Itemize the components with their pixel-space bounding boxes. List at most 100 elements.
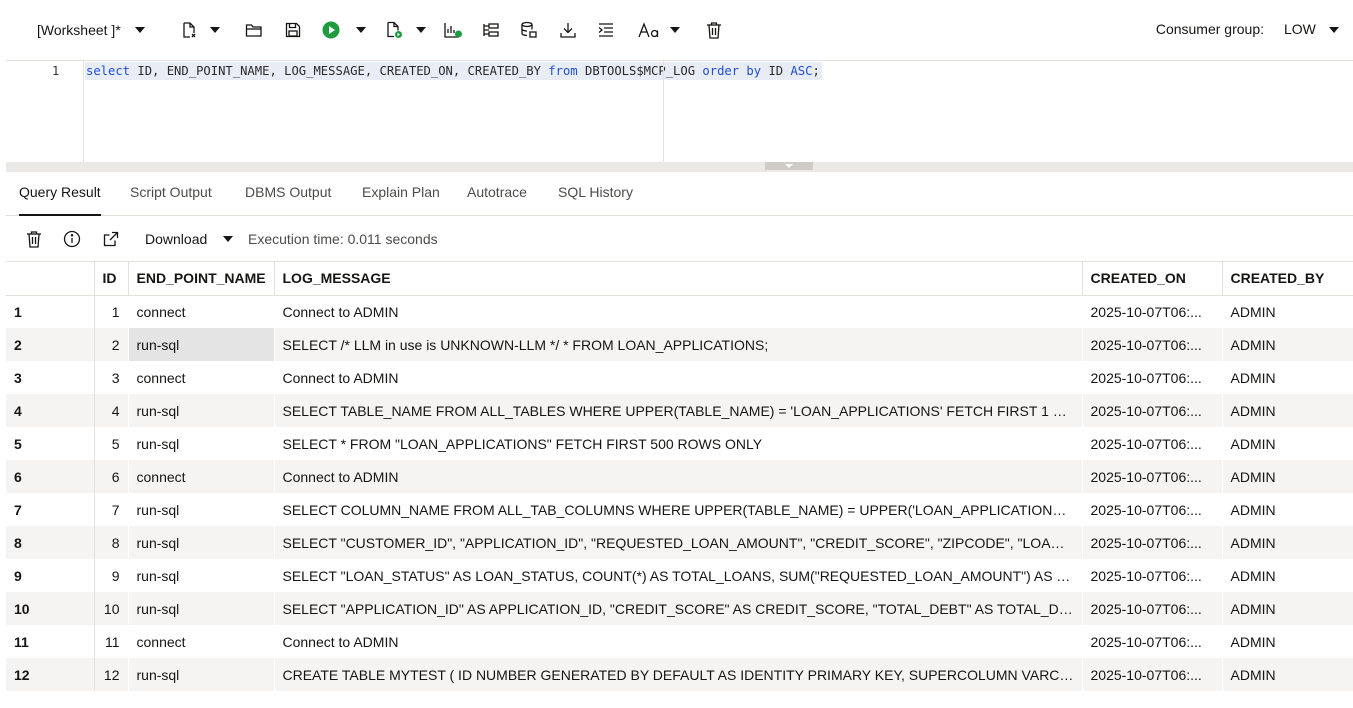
table-row[interactable]: 10 10 run-sql SELECT "APPLICATION_ID" AS AP…: [6, 592, 1353, 625]
created-by-cell[interactable]: ADMIN: [1222, 592, 1353, 625]
end-point-name-cell[interactable]: run-sql: [128, 658, 274, 691]
tab-dbms-output[interactable]: DBMS Output: [245, 184, 331, 216]
tab-autotrace[interactable]: Autotrace: [467, 184, 527, 216]
created-by-cell[interactable]: ADMIN: [1222, 361, 1353, 394]
log-message-cell[interactable]: SELECT /* LLM in use is UNKNOWN-LLM */ *…: [274, 328, 1082, 361]
end-point-name-cell[interactable]: run-sql: [128, 328, 274, 361]
log-message-cell[interactable]: Connect to ADMIN: [274, 295, 1082, 328]
id-cell[interactable]: 6: [94, 460, 128, 493]
pane-splitter[interactable]: [6, 162, 1353, 172]
new-worksheet-icon[interactable]: [178, 19, 200, 41]
created-on-cell[interactable]: 2025-10-07T06:...: [1082, 592, 1222, 625]
table-row[interactable]: 1 1 connect Connect to ADMIN 2025-10-07T06:.…: [6, 295, 1353, 328]
row-number-cell[interactable]: 11: [6, 625, 95, 658]
log-message-cell[interactable]: SELECT "LOAN_STATUS" AS LOAN_STATUS, COU…: [274, 559, 1082, 592]
table-row[interactable]: 6 6 connect Connect to ADMIN 2025-10-07T06:.…: [6, 460, 1353, 493]
created-by-cell[interactable]: ADMIN: [1222, 493, 1353, 526]
run-script-menu-icon[interactable]: [416, 27, 426, 33]
sql-editor[interactable]: 1 select ID, END_POINT_NAME, LOG_MESSAGE…: [6, 61, 1353, 162]
row-number-cell[interactable]: 10: [6, 592, 95, 625]
created-on-cell[interactable]: 2025-10-07T06:...: [1082, 361, 1222, 394]
log-message-cell[interactable]: SELECT TABLE_NAME FROM ALL_TABLES WHERE …: [274, 394, 1082, 427]
table-row[interactable]: 3 3 connect Connect to ADMIN 2025-10-07T06:.…: [6, 361, 1353, 394]
run-icon[interactable]: [320, 19, 342, 41]
column-header-id[interactable]: ID: [94, 262, 129, 296]
id-cell[interactable]: 1: [94, 295, 128, 328]
open-icon[interactable]: [243, 19, 265, 41]
table-row[interactable]: 5 5 run-sql SELECT * FROM "LOAN_APPLICATION…: [6, 427, 1353, 460]
id-cell[interactable]: 10: [94, 592, 128, 625]
created-by-cell[interactable]: ADMIN: [1222, 427, 1353, 460]
column-header-created-on[interactable]: CREATED_ON: [1082, 262, 1223, 296]
row-number-cell[interactable]: 1: [6, 295, 95, 328]
log-message-cell[interactable]: Connect to ADMIN: [274, 460, 1082, 493]
chevron-down-icon[interactable]: [1329, 27, 1339, 33]
run-menu-icon[interactable]: [356, 27, 366, 33]
id-cell[interactable]: 5: [94, 427, 128, 460]
id-cell[interactable]: 11: [94, 625, 128, 658]
table-row[interactable]: 4 4 run-sql SELECT TABLE_NAME FROM ALL_TABL…: [6, 394, 1353, 427]
created-by-cell[interactable]: ADMIN: [1222, 394, 1353, 427]
row-number-cell[interactable]: 3: [6, 361, 95, 394]
id-cell[interactable]: 9: [94, 559, 128, 592]
created-on-cell[interactable]: 2025-10-07T06:...: [1082, 526, 1222, 559]
database-run-icon[interactable]: [518, 19, 540, 41]
autotrace-icon[interactable]: [480, 19, 502, 41]
log-message-cell[interactable]: SELECT * FROM "LOAN_APPLICATIONS" FETCH …: [274, 427, 1082, 460]
column-header-created-by[interactable]: CREATED_BY: [1222, 262, 1353, 296]
download-icon[interactable]: [557, 19, 579, 41]
end-point-name-cell[interactable]: run-sql: [128, 427, 274, 460]
run-script-icon[interactable]: [383, 19, 405, 41]
row-number-cell[interactable]: 2: [6, 328, 95, 361]
row-number-cell[interactable]: 5: [6, 427, 95, 460]
chevron-down-icon[interactable]: [223, 236, 233, 242]
table-row[interactable]: 9 9 run-sql SELECT "LOAN_STATUS" AS LOAN_ST…: [6, 559, 1353, 592]
splitter-handle[interactable]: [765, 162, 813, 170]
created-on-cell[interactable]: 2025-10-07T06:...: [1082, 328, 1222, 361]
created-on-cell[interactable]: 2025-10-07T06:...: [1082, 427, 1222, 460]
text-case-menu-icon[interactable]: [670, 27, 680, 33]
log-message-cell[interactable]: SELECT "APPLICATION_ID" AS APPLICATION_I…: [274, 592, 1082, 625]
created-on-cell[interactable]: 2025-10-07T06:...: [1082, 559, 1222, 592]
table-row[interactable]: 2 2 run-sql SELECT /* LLM in use is UNKNOWN…: [6, 328, 1353, 361]
tab-script-output[interactable]: Script Output: [130, 184, 212, 216]
log-message-cell[interactable]: Connect to ADMIN: [274, 361, 1082, 394]
id-cell[interactable]: 3: [94, 361, 128, 394]
created-by-cell[interactable]: ADMIN: [1222, 328, 1353, 361]
id-cell[interactable]: 8: [94, 526, 128, 559]
table-row[interactable]: 11 11 connect Connect to ADMIN 2025-10-07T06…: [6, 625, 1353, 658]
created-by-cell[interactable]: ADMIN: [1222, 559, 1353, 592]
row-number-header[interactable]: [6, 262, 95, 296]
created-by-cell[interactable]: ADMIN: [1222, 658, 1353, 691]
log-message-cell[interactable]: SELECT COLUMN_NAME FROM ALL_TAB_COLUMNS …: [274, 493, 1082, 526]
info-icon[interactable]: [62, 229, 82, 249]
table-row[interactable]: 7 7 run-sql SELECT COLUMN_NAME FROM ALL_TAB…: [6, 493, 1353, 526]
id-cell[interactable]: 4: [94, 394, 128, 427]
new-worksheet-menu-icon[interactable]: [210, 27, 220, 33]
row-number-cell[interactable]: 4: [6, 394, 95, 427]
created-by-cell[interactable]: ADMIN: [1222, 460, 1353, 493]
trash-icon[interactable]: [24, 229, 44, 249]
sql-statement[interactable]: select ID, END_POINT_NAME, LOG_MESSAGE, …: [85, 62, 822, 80]
row-number-cell[interactable]: 8: [6, 526, 95, 559]
created-on-cell[interactable]: 2025-10-07T06:...: [1082, 625, 1222, 658]
created-by-cell[interactable]: ADMIN: [1222, 625, 1353, 658]
end-point-name-cell[interactable]: connect: [128, 625, 274, 658]
download-button[interactable]: Download: [145, 231, 207, 247]
created-by-cell[interactable]: ADMIN: [1222, 295, 1353, 328]
log-message-cell[interactable]: Connect to ADMIN: [274, 625, 1082, 658]
id-cell[interactable]: 7: [94, 493, 128, 526]
id-cell[interactable]: 12: [94, 658, 128, 691]
trash-icon[interactable]: [703, 19, 725, 41]
consumer-group-select[interactable]: LOW: [1284, 21, 1316, 37]
column-header-log-message[interactable]: LOG_MESSAGE: [274, 262, 1083, 296]
created-on-cell[interactable]: 2025-10-07T06:...: [1082, 460, 1222, 493]
created-on-cell[interactable]: 2025-10-07T06:...: [1082, 295, 1222, 328]
log-message-cell[interactable]: CREATE TABLE MYTEST ( ID NUMBER GENERATE…: [274, 658, 1082, 691]
end-point-name-cell[interactable]: connect: [128, 460, 274, 493]
format-icon[interactable]: [595, 19, 617, 41]
created-on-cell[interactable]: 2025-10-07T06:...: [1082, 658, 1222, 691]
save-icon[interactable]: [282, 19, 304, 41]
end-point-name-cell[interactable]: connect: [128, 361, 274, 394]
end-point-name-cell[interactable]: run-sql: [128, 592, 274, 625]
